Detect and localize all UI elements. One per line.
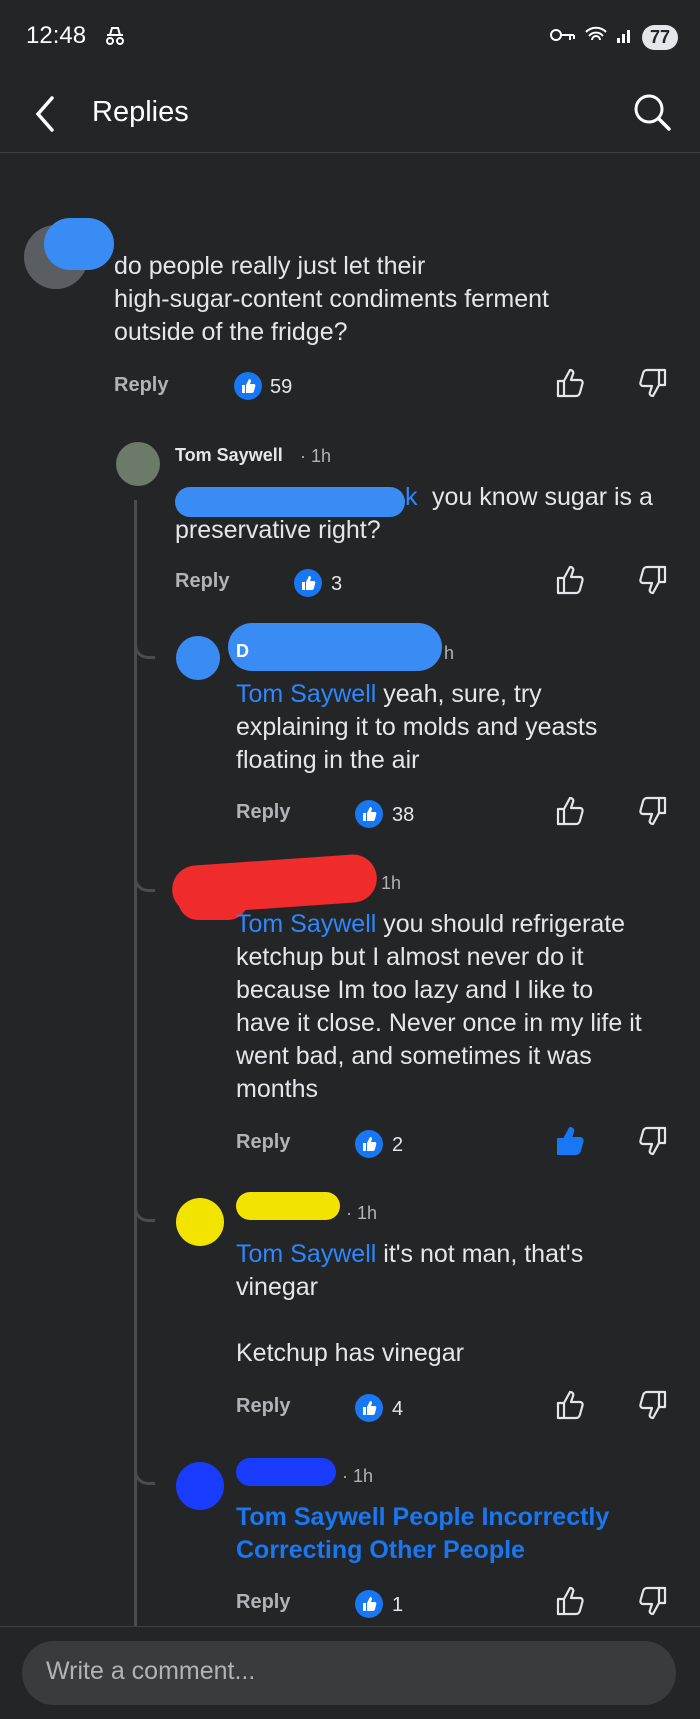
redaction-mark [236, 1192, 340, 1220]
status-bar: 12:48 77 [0, 0, 700, 76]
incognito-icon [104, 26, 126, 51]
mention-link[interactable]: Tom Saywell People Incorrectly [236, 1501, 686, 1534]
comment-time: 1h [381, 873, 402, 893]
like-badge-icon [294, 569, 322, 597]
like-badge-icon [355, 800, 383, 828]
comment-text: you know sugar is a preservative right? [175, 483, 653, 544]
thumbs-down-icon[interactable] [638, 1586, 668, 1621]
thumbs-up-icon[interactable] [555, 565, 585, 600]
search-icon[interactable] [632, 92, 672, 137]
thread-line [134, 500, 137, 1626]
status-icons: 77 [549, 22, 678, 52]
thread-connector [134, 1203, 155, 1222]
top-app-bar: Replies [0, 76, 700, 153]
reply-button[interactable]: Reply [236, 1131, 290, 1154]
status-time: 12:48 [26, 22, 87, 49]
thumbs-up-icon[interactable] [555, 796, 585, 831]
vpn-key-icon [549, 27, 576, 48]
battery-indicator: 77 [641, 24, 678, 50]
thread-connector [134, 1466, 155, 1485]
thumbs-up-icon[interactable] [555, 368, 585, 403]
like-count: 38 [392, 804, 415, 826]
comment-time: · 1h [342, 1466, 374, 1486]
back-arrow-icon[interactable] [30, 94, 60, 139]
avatar[interactable] [176, 1198, 224, 1246]
like-count: 2 [392, 1134, 404, 1156]
root-comment-text: do people really just let their high-sug… [114, 252, 549, 346]
like-count: 1 [392, 1594, 404, 1616]
comment-author[interactable]: Tom Saywell [175, 445, 283, 466]
thumbs-down-icon[interactable] [638, 796, 668, 831]
like-badge-icon [355, 1394, 383, 1422]
comment-text: Tom Saywell you should refrigerate ketch… [236, 910, 642, 1103]
comment-time: · 1h [300, 446, 332, 466]
mention-link[interactable]: Tom Saywell [236, 1240, 376, 1268]
avatar[interactable] [176, 636, 220, 680]
redaction-mark [228, 623, 442, 671]
thumbs-up-filled-icon[interactable] [555, 1126, 585, 1161]
wifi-icon [584, 25, 608, 50]
reply-button[interactable]: Reply [114, 374, 168, 397]
comment-input-placeholder: Write a comment... [46, 1657, 256, 1685]
mention-link[interactable]: Tom Saywell [236, 680, 376, 708]
like-badge-icon [234, 372, 262, 400]
comment-composer: Write a comment... [0, 1626, 700, 1719]
comment-time: · 1h [346, 1203, 378, 1223]
mention-link[interactable]: Tom Saywell [236, 910, 376, 938]
like-count: 4 [392, 1398, 404, 1420]
comment-text: Tom Saywell yeah, sure, try explaining i… [236, 680, 598, 774]
thumbs-down-icon[interactable] [638, 1390, 668, 1425]
reply-button[interactable]: Reply [175, 570, 229, 593]
like-count: 59 [270, 376, 293, 398]
thumbs-up-icon[interactable] [555, 1586, 585, 1621]
thumbs-down-icon[interactable] [638, 1126, 668, 1161]
thumbs-down-icon[interactable] [638, 368, 668, 403]
thumbs-down-icon[interactable] [638, 565, 668, 600]
avatar[interactable] [116, 442, 160, 486]
signal-icon [616, 26, 634, 49]
thread-connector [134, 873, 155, 892]
comment-text: Tom Saywell it's not man, that's vinegar… [236, 1240, 584, 1367]
reply-button[interactable]: Reply [236, 801, 290, 824]
thread-connector [134, 640, 155, 659]
like-count: 3 [331, 573, 343, 595]
comment-time: h [444, 643, 455, 663]
reply-button[interactable]: Reply [236, 1395, 290, 1418]
redaction-mark [44, 218, 114, 270]
comment-author[interactable]: D [236, 641, 249, 662]
page-title: Replies [92, 96, 189, 128]
like-badge-icon [355, 1130, 383, 1158]
avatar[interactable] [176, 1462, 224, 1510]
mention-link[interactable]: Correcting Other People [236, 1534, 686, 1567]
thumbs-up-icon[interactable] [555, 1390, 585, 1425]
redaction-mark [236, 1458, 336, 1486]
reply-button[interactable]: Reply [236, 1591, 290, 1614]
like-badge-icon [355, 1590, 383, 1618]
